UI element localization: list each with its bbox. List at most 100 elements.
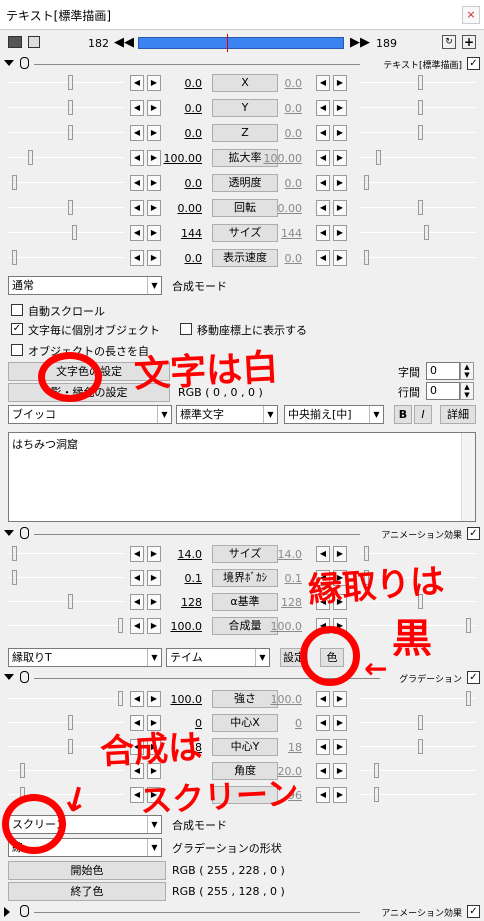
left-slider-track[interactable] — [8, 182, 124, 183]
left-slider-track[interactable] — [8, 625, 124, 626]
obj-length-checkbox[interactable] — [11, 344, 23, 356]
camera-icon[interactable] — [8, 36, 22, 48]
left-slider-thumb[interactable] — [68, 75, 73, 90]
text-style-select[interactable]: 標準文字 ▼ — [176, 405, 278, 424]
scrollbar[interactable] — [461, 433, 475, 521]
refresh-icon[interactable]: ↻ — [442, 35, 456, 49]
end-value[interactable]: 144 — [260, 227, 302, 240]
right-slider-thumb[interactable] — [418, 75, 423, 90]
start-value[interactable]: 0.1 — [160, 572, 203, 585]
right-slider-thumb[interactable] — [374, 763, 379, 778]
right-slider-thumb[interactable] — [466, 691, 471, 706]
start-value[interactable]: 0.0 — [160, 102, 203, 115]
start-value[interactable]: 14.0 — [160, 548, 203, 561]
add-icon[interactable]: + — [462, 35, 476, 49]
increment-icon[interactable]: ▶ — [333, 787, 347, 803]
per-char-checkbox[interactable]: ✓ — [11, 323, 23, 335]
effect-select[interactable]: 縁取りT ▼ — [8, 648, 162, 667]
decrement-icon[interactable]: ◀ — [130, 618, 144, 634]
end-color-button[interactable]: 終了色 — [8, 882, 166, 901]
start-value[interactable]: 0.00 — [160, 202, 203, 215]
left-slider-thumb[interactable] — [68, 715, 73, 730]
left-slider-thumb[interactable] — [68, 594, 73, 609]
increment-icon[interactable]: ▶ — [147, 150, 161, 166]
left-slider-track[interactable] — [8, 722, 124, 723]
left-slider-thumb[interactable] — [72, 225, 77, 240]
decrement-icon[interactable]: ◀ — [316, 125, 330, 141]
left-slider-thumb[interactable] — [28, 150, 33, 165]
increment-icon[interactable]: ▶ — [147, 570, 161, 586]
decrement-icon[interactable]: ◀ — [130, 125, 144, 141]
blend-mode-select[interactable]: 通常 ▼ — [8, 276, 162, 295]
left-slider-track[interactable] — [8, 257, 124, 258]
right-slider-track[interactable] — [360, 553, 476, 554]
increment-icon[interactable]: ▶ — [333, 100, 347, 116]
left-slider-thumb[interactable] — [12, 250, 17, 265]
align-select[interactable]: 中央揃え[中] ▼ — [284, 405, 384, 424]
section-checkbox[interactable]: ✓ — [467, 57, 480, 70]
start-value[interactable]: 0.0 — [160, 77, 203, 90]
section-header-animation-1[interactable]: アニメーション効果 ✓ — [0, 527, 484, 541]
image-icon[interactable] — [28, 36, 40, 48]
expand-icon[interactable] — [4, 907, 10, 917]
decrement-icon[interactable]: ◀ — [316, 100, 330, 116]
increment-icon[interactable]: ▶ — [147, 618, 161, 634]
right-slider-track[interactable] — [360, 232, 476, 233]
bold-button[interactable]: B — [394, 405, 412, 424]
start-value[interactable]: 128 — [160, 596, 202, 609]
decrement-icon[interactable]: ◀ — [316, 150, 330, 166]
end-value[interactable]: 18 — [260, 741, 302, 754]
right-slider-track[interactable] — [360, 698, 476, 699]
right-slider-thumb[interactable] — [418, 125, 423, 140]
increment-icon[interactable]: ▶ — [333, 225, 347, 241]
increment-icon[interactable]: ▶ — [333, 250, 347, 266]
left-slider-thumb[interactable] — [12, 570, 17, 585]
start-value[interactable]: 100.0 — [160, 620, 203, 633]
right-slider-thumb[interactable] — [466, 618, 471, 633]
left-slider-thumb[interactable] — [68, 739, 73, 754]
section-header-gradation[interactable]: グラデーション ✓ — [0, 671, 484, 685]
move-coord-checkbox[interactable] — [180, 323, 192, 335]
right-slider-thumb[interactable] — [364, 175, 369, 190]
collapse-icon[interactable] — [4, 60, 14, 66]
start-value[interactable]: 100.0 — [160, 693, 203, 706]
left-slider-track[interactable] — [8, 82, 124, 83]
section-checkbox[interactable]: ✓ — [467, 527, 480, 540]
left-slider-track[interactable] — [8, 207, 124, 208]
close-button[interactable]: × — [462, 6, 480, 24]
increment-icon[interactable]: ▶ — [333, 715, 347, 731]
decrement-icon[interactable]: ◀ — [130, 570, 144, 586]
right-slider-thumb[interactable] — [364, 250, 369, 265]
right-slider-track[interactable] — [360, 182, 476, 183]
increment-icon[interactable]: ▶ — [333, 763, 347, 779]
increment-icon[interactable]: ▶ — [147, 691, 161, 707]
right-slider-thumb[interactable] — [418, 200, 423, 215]
start-value[interactable]: 0.0 — [160, 127, 203, 140]
increment-icon[interactable]: ▶ — [147, 75, 161, 91]
left-slider-track[interactable] — [8, 698, 124, 699]
section-header-animation-2[interactable]: アニメーション効果 ✓ — [0, 905, 484, 919]
decrement-icon[interactable]: ◀ — [316, 546, 330, 562]
end-value[interactable]: 100.00 — [260, 152, 303, 165]
rewind-icon[interactable]: ◀◀ — [114, 35, 134, 50]
decrement-icon[interactable]: ◀ — [130, 150, 144, 166]
decrement-icon[interactable]: ◀ — [316, 200, 330, 216]
left-slider-track[interactable] — [8, 232, 124, 233]
decrement-icon[interactable]: ◀ — [130, 75, 144, 91]
increment-icon[interactable]: ▶ — [333, 200, 347, 216]
left-slider-thumb[interactable] — [12, 175, 17, 190]
right-slider-thumb[interactable] — [374, 787, 379, 802]
right-slider-thumb[interactable] — [418, 100, 423, 115]
increment-icon[interactable]: ▶ — [147, 250, 161, 266]
decrement-icon[interactable]: ◀ — [316, 739, 330, 755]
start-color-button[interactable]: 開始色 — [8, 861, 166, 880]
decrement-icon[interactable]: ◀ — [130, 546, 144, 562]
left-slider-thumb[interactable] — [20, 763, 25, 778]
increment-icon[interactable]: ▶ — [333, 691, 347, 707]
decrement-icon[interactable]: ◀ — [130, 691, 144, 707]
increment-icon[interactable]: ▶ — [147, 200, 161, 216]
right-slider-thumb[interactable] — [418, 715, 423, 730]
end-value[interactable]: 0.00 — [260, 202, 303, 215]
decrement-icon[interactable]: ◀ — [316, 691, 330, 707]
increment-icon[interactable]: ▶ — [147, 175, 161, 191]
